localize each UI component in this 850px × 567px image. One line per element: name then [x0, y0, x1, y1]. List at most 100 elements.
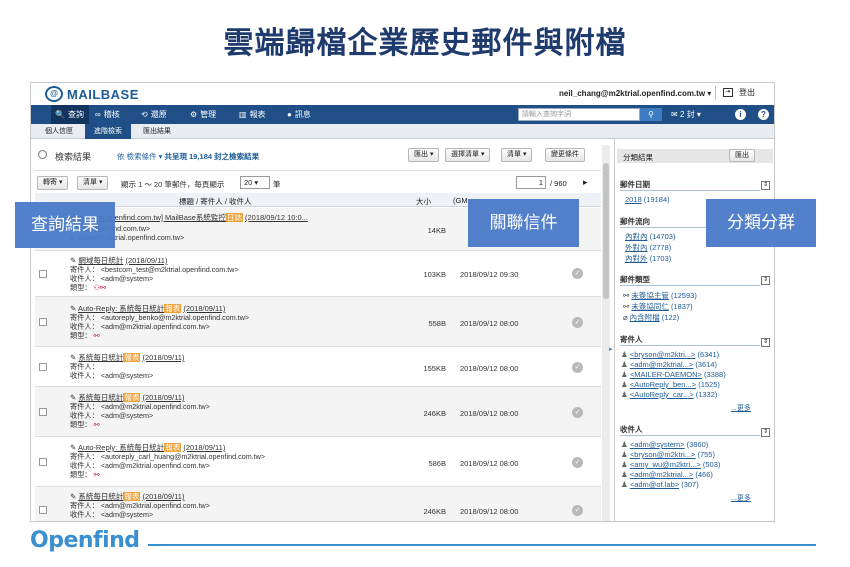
- page-input[interactable]: 1: [516, 176, 546, 189]
- panel-collapse-icon[interactable]: ▸: [609, 345, 613, 353]
- filter-item[interactable]: ♟ <AutoReply_ben...> (1525): [621, 380, 720, 389]
- app-header: @ MAILBASE neil_chang@m2ktrial.openfind.…: [31, 83, 774, 105]
- filter-label: <adm@m2ktrial...>: [629, 360, 694, 369]
- per-page-select[interactable]: 20 ▾: [240, 176, 270, 189]
- subject-text: 系統每日統計: [78, 492, 124, 501]
- subject-highlight: 報表: [164, 304, 182, 313]
- mail-type: 類型： ⚯: [70, 331, 100, 341]
- type-label: 類型：: [70, 420, 92, 429]
- sort-dropdown[interactable]: 檢索條件 ▾: [127, 152, 163, 161]
- filter-item[interactable]: 內對內 (14703): [625, 231, 675, 242]
- col-subject[interactable]: 標題 / 寄件人 / 收件人: [179, 196, 252, 207]
- list-menu-button[interactable]: 清單 ▾: [77, 176, 109, 190]
- section-toggle[interactable]: ⇕: [761, 276, 770, 285]
- filter-label: <AutoReply_ben...>: [629, 380, 697, 389]
- row-checkbox[interactable]: [39, 408, 47, 416]
- filter-count: (307): [681, 480, 699, 489]
- scrollbar-thumb[interactable]: [603, 163, 609, 299]
- tab-advanced-search[interactable]: 進階檢索: [85, 124, 131, 139]
- panel-export-button[interactable]: 匯出: [729, 149, 755, 162]
- nav-label: 報表: [249, 110, 266, 119]
- filter-count: (19184): [643, 195, 670, 204]
- table-row[interactable]: ✎ 網域每日統計 (2018/09/11) 寄件人： <bestcom_test…: [35, 251, 601, 297]
- filter-item[interactable]: ♟ <amy_wu@m2ktri...> (503): [621, 460, 720, 469]
- sub-nav: 個人信匣 進階檢索 匯出結果: [31, 124, 774, 139]
- callout-related-mail: 關聯信件: [468, 199, 579, 247]
- nav-label: 稽核: [103, 110, 120, 119]
- nav-restore[interactable]: ⟲ 還原: [137, 105, 181, 124]
- row-checkbox[interactable]: [39, 363, 47, 371]
- tab-export-results[interactable]: 匯出結果: [135, 124, 179, 139]
- filter-item[interactable]: 外對內 (2778): [625, 242, 671, 253]
- filter-item[interactable]: 內對外 (1703): [625, 253, 671, 264]
- col-size[interactable]: 大小: [416, 196, 431, 207]
- filter-label: 未簽協主管: [631, 291, 669, 300]
- filter-item[interactable]: ♟ <adm@m2ktrial...> (3614): [621, 360, 717, 369]
- filter-item[interactable]: ⚯ 未簽協同仁 (1837): [623, 301, 693, 312]
- filter-item[interactable]: ♟ <adm@of.lab> (307): [621, 480, 699, 489]
- subject-tail: (2018/09/11): [183, 443, 226, 452]
- mail-size: 246KB: [423, 409, 446, 418]
- row-checkbox[interactable]: [39, 458, 47, 466]
- search-button[interactable]: ⚲: [640, 108, 662, 121]
- nav-message[interactable]: ● 訊息: [283, 105, 327, 124]
- section-sender-title: 寄件人: [620, 335, 643, 344]
- tab-personal-inbox[interactable]: 個人信匣: [37, 124, 81, 139]
- filter-item[interactable]: ♟ <AutoReply_car...> (1332): [621, 390, 717, 399]
- info-icon[interactable]: i: [735, 109, 746, 120]
- section-toggle[interactable]: ⇕: [761, 181, 770, 190]
- search-input[interactable]: 請輸入查詢字詞: [518, 108, 640, 121]
- select-list-button[interactable]: 選擇清單 ▾: [445, 148, 491, 162]
- row-checkbox[interactable]: [39, 318, 47, 326]
- filter-count: (6341): [697, 350, 720, 359]
- export-button[interactable]: 匯出 ▾: [408, 148, 440, 162]
- filter-label: <amy_wu@m2ktri...>: [629, 460, 701, 469]
- filter-item[interactable]: ⚯ 未簽協主管 (12593): [623, 290, 697, 301]
- filter-label: 未簽協同仁: [631, 302, 669, 311]
- logout-link[interactable]: 登出: [739, 87, 755, 98]
- help-icon[interactable]: ?: [758, 109, 769, 120]
- table-row[interactable]: ✎ Auto-Reply: 系統每日統計報表 (2018/09/11) 寄件人：…: [35, 297, 601, 347]
- row-checkbox[interactable]: [39, 506, 47, 514]
- message-icon: ●: [287, 110, 292, 119]
- filter-item[interactable]: ♟ <adm@system> (3860): [621, 440, 708, 449]
- row-checkbox[interactable]: [39, 270, 47, 278]
- mail-type: 類型： ⚯: [70, 470, 100, 480]
- filter-item[interactable]: ♟ <adm@m2ktrial...> (466): [621, 470, 713, 479]
- logout-icon[interactable]: ⇥: [723, 88, 733, 97]
- filter-item[interactable]: ♟ <bryson@m2ktri...> (755): [621, 450, 715, 459]
- status-check-icon: ✓: [572, 268, 583, 279]
- user-menu[interactable]: neil_chang@m2ktrial.openfind.com.tw ▾: [559, 89, 711, 98]
- filter-item[interactable]: ♟ <MAILER-DAEMON> (3388): [621, 370, 726, 379]
- change-condition-button[interactable]: 變更條件: [545, 148, 585, 162]
- cart-indicator[interactable]: ✉ 2 封 ▾: [671, 109, 701, 120]
- table-row[interactable]: ✎ 系統每日統計報表 (2018/09/11) 寄件人： <adm@m2ktri…: [35, 487, 601, 521]
- subject-highlight: 報表: [123, 353, 141, 362]
- section-toggle[interactable]: ⇕: [761, 338, 770, 347]
- col-date[interactable]: (GM: [453, 196, 468, 205]
- table-row[interactable]: ✎ Auto-Reply: 系統每日統計報表 (2018/09/11) 寄件人：…: [35, 437, 601, 487]
- recipient-more-link[interactable]: ...更多: [731, 493, 751, 503]
- filter-item[interactable]: ♟ <bryson@m2ktri...> (6341): [621, 350, 719, 359]
- filter-label: 2018: [625, 195, 642, 204]
- filter-count: (12593): [670, 291, 697, 300]
- nav-report[interactable]: ▥ 報表: [235, 105, 279, 124]
- nav-query[interactable]: 🔍 查詢: [51, 105, 89, 124]
- filter-label: <adm@m2ktrial...>: [629, 470, 694, 479]
- person-icon: ♟: [621, 470, 630, 479]
- person-icon: ♟: [621, 440, 630, 449]
- section-toggle[interactable]: ⇕: [761, 428, 770, 437]
- table-row[interactable]: ✎ 系統每日統計報表 (2018/09/11) 寄件人： 收件人： <adm@s…: [35, 347, 601, 387]
- nav-audit[interactable]: ∞ 稽核: [91, 105, 135, 124]
- forward-button[interactable]: 轉寄 ▾: [37, 176, 69, 190]
- next-page-icon[interactable]: ▸: [583, 177, 588, 188]
- range-label: 顯示 1 ～ 20 筆郵件，每頁顯示: [121, 180, 225, 189]
- sender-more-link[interactable]: ...更多: [731, 403, 751, 413]
- table-row[interactable]: ✎ 系統每日統計報表 (2018/09/11) 寄件人： <adm@m2ktri…: [35, 387, 601, 437]
- filter-item[interactable]: ⌀ 內含附檔 (122): [623, 312, 679, 323]
- list-button[interactable]: 清單 ▾: [501, 148, 533, 162]
- subject-text: 網域每日統計: [78, 256, 124, 265]
- filter-item[interactable]: 2018 (19184): [625, 195, 670, 204]
- results-bullet-icon: [38, 150, 47, 159]
- nav-manage[interactable]: ⚙ 管理: [186, 105, 230, 124]
